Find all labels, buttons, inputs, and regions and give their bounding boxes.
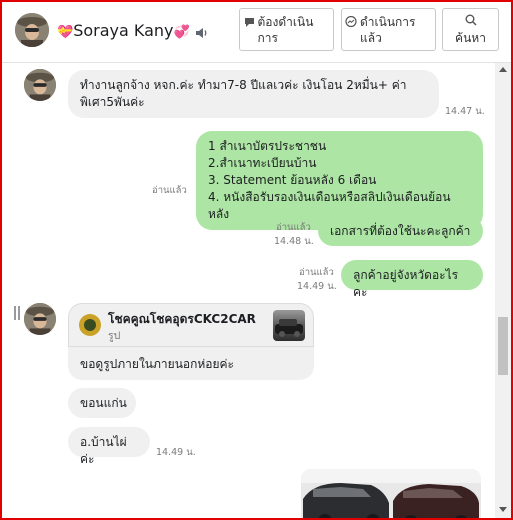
search-button-label: ค้นหา <box>455 31 486 45</box>
contact-avatar <box>24 303 56 335</box>
shared-post-title: โชคคูณโชคอุดรCKC2CAR <box>108 312 256 326</box>
contact-name: Soraya Kany <box>73 21 174 40</box>
done-button[interactable]: ดำเนินการแล้ว <box>341 8 436 51</box>
heart-emoji-right: 💞 <box>173 25 190 40</box>
timestamp: 14.49 น. <box>297 281 337 292</box>
message-text: อ.บ้านไผ่ค่ะ <box>80 435 127 466</box>
messenger-icon <box>345 15 357 32</box>
contact-name-row[interactable]: 💝Soraya Kany💞 <box>57 21 190 40</box>
message-text: 1 สำเนาบัตรประชาชน <box>208 139 327 153</box>
incoming-message[interactable]: ขอนแก่น <box>68 388 136 418</box>
search-button[interactable]: ค้นหา <box>442 8 499 51</box>
message-text: ทำงานลูกจ้าง หจก.ค่ะ ทำมา7-8 ปีแลเวค่ะ เ… <box>80 78 407 92</box>
message-text: ขอนแก่น <box>80 396 127 410</box>
contact-avatar[interactable] <box>15 13 49 47</box>
read-receipt: อ่านแล้ว <box>276 222 311 233</box>
message-text: 3. Statement ย้อนหลัง 6 เดือน <box>208 173 377 187</box>
shared-post-message[interactable]: โชคคูณโชคอุดรCKC2CAR รูป ขอดูรูปภายในภาย… <box>68 303 314 380</box>
timestamp: 14.49 น. <box>156 447 196 458</box>
chat-thread[interactable]: ทำงานลูกจ้าง หจก.ค่ะ ทำมา7-8 ปีแลเวค่ะ เ… <box>2 63 495 518</box>
heart-emoji-left: 💝 <box>57 25 74 40</box>
todo-button[interactable]: ต้องดำเนินการ <box>239 8 334 51</box>
timestamp: 14.48 น. <box>274 236 314 247</box>
read-receipt: อ่านแล้ว <box>299 267 334 278</box>
scrollbar-thumb[interactable] <box>498 317 508 375</box>
contact-avatar <box>24 69 56 101</box>
message-text: พิเศา5พันค่ะ <box>80 95 145 109</box>
message-text: เอกสารที่ต้องใช้นะคะลูกค้า <box>330 224 471 238</box>
incoming-message[interactable]: อ.บ้านไผ่ค่ะ <box>68 427 150 466</box>
done-button-label: ดำเนินการแล้ว <box>360 15 416 45</box>
message-text: 2.สำเนาทะเบียนบ้าน <box>208 156 317 170</box>
chat-bubble-icon <box>244 16 255 32</box>
app-frame: 💝Soraya Kany💞 ต้องดำเนินการ ดำเนินการแล้… <box>0 0 513 520</box>
message-text: ขอดูรูปภายในภายนอกห่อยค่ะ <box>80 357 234 371</box>
message-text: ลูกค้าอยู่จังหวัดอะไรคะ <box>353 268 459 299</box>
outgoing-message[interactable]: เอกสารที่ต้องใช้นะคะลูกค้า <box>318 216 483 246</box>
shared-post-card[interactable]: โชคคูณโชคอุดรCKC2CAR รูป <box>68 303 314 347</box>
scroll-down-arrow-icon[interactable] <box>499 507 507 512</box>
timestamp: 14.47 น. <box>445 106 485 117</box>
read-receipt: อ่านแล้ว <box>152 185 187 196</box>
drag-handle-icon[interactable] <box>14 306 20 320</box>
scroll-up-arrow-icon[interactable] <box>499 67 507 72</box>
search-icon <box>443 14 498 30</box>
chat-header: 💝Soraya Kany💞 ต้องดำเนินการ ดำเนินการแล้… <box>2 2 511 63</box>
car-thumbnail-image <box>273 310 305 341</box>
speaker-icon[interactable] <box>195 24 208 43</box>
outgoing-message[interactable]: ลูกค้าอยู่จังหวัดอะไรคะ <box>341 260 483 299</box>
chat-scrollbar[interactable] <box>495 63 511 518</box>
shared-post-type: รูป <box>108 330 121 342</box>
car-photo-message[interactable] <box>301 469 481 518</box>
page-logo-icon <box>79 314 101 336</box>
todo-button-label: ต้องดำเนินการ <box>257 15 314 45</box>
incoming-message[interactable]: ทำงานลูกจ้าง หจก.ค่ะ ทำมา7-8 ปีแลเวค่ะ เ… <box>68 70 439 118</box>
